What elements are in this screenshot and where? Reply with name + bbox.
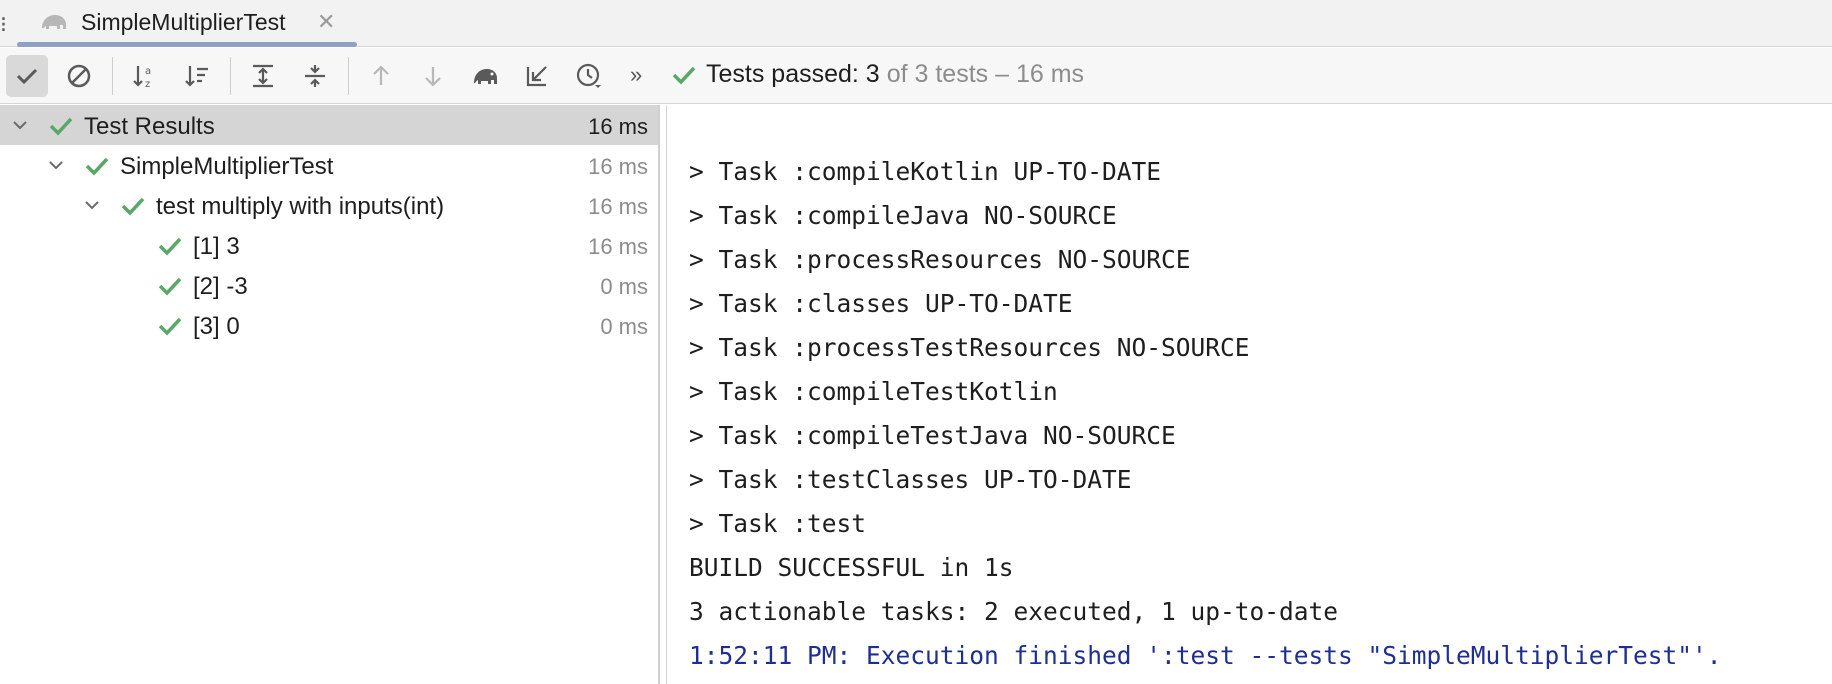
sort-duration-icon xyxy=(185,66,208,87)
passed-check-icon xyxy=(158,317,182,336)
passed-check-icon xyxy=(672,66,696,85)
show-ignored-button[interactable] xyxy=(58,55,100,97)
arrow-down-icon xyxy=(425,67,441,87)
open-gradle-config-button[interactable] xyxy=(464,55,506,97)
circle-slash-icon xyxy=(67,64,91,88)
sort-alphabetically-button[interactable]: az xyxy=(124,55,166,97)
more-actions-icon[interactable]: » xyxy=(630,62,642,88)
chevron-down-icon[interactable] xyxy=(82,195,102,215)
passed-check-icon xyxy=(85,157,109,176)
passed-check-icon xyxy=(158,277,182,296)
tree-row-label: [1] 3 xyxy=(193,233,240,260)
tree-row-duration: 16 ms xyxy=(588,194,648,219)
console-line: > Task :processResources NO-SOURCE xyxy=(689,245,1191,274)
console-line: > Task :processTestResources NO-SOURCE xyxy=(689,333,1250,362)
arrow-up-icon xyxy=(373,65,389,85)
tree-row-duration: 16 ms xyxy=(588,234,648,259)
console-line: > Task :classes UP-TO-DATE xyxy=(689,289,1073,318)
console-output[interactable]: > Task :compileKotlin UP-TO-DATE > Task … xyxy=(666,105,1832,684)
import-tests-button[interactable] xyxy=(516,55,558,97)
console-line: > Task :compileTestJava NO-SOURCE xyxy=(689,421,1176,450)
show-passed-button[interactable] xyxy=(6,55,48,97)
passed-check-icon xyxy=(49,117,73,136)
svg-text:z: z xyxy=(145,79,150,90)
chevron-down-icon[interactable] xyxy=(10,115,30,135)
sort-by-duration-button[interactable] xyxy=(176,55,218,97)
import-icon xyxy=(526,66,547,87)
tree-row-label: test multiply with inputs(int) xyxy=(156,193,445,220)
next-failed-button[interactable] xyxy=(412,55,454,97)
expand-all-icon xyxy=(253,64,273,88)
tree-row-duration: 0 ms xyxy=(600,314,648,339)
tree-row-test-case[interactable]: [3] 0 0 ms xyxy=(0,305,658,345)
editor-tab-bar: ⁝ SimpleMultiplierTest ✕ xyxy=(0,0,1832,47)
gradle-elephant-icon xyxy=(42,15,66,29)
toolbar-separator xyxy=(112,57,113,95)
chevron-down-icon[interactable] xyxy=(46,155,66,175)
tree-row-test-case[interactable]: [2] -3 0 ms xyxy=(0,265,658,305)
tree-row-duration: 0 ms xyxy=(600,274,648,299)
tab-title: SimpleMultiplierTest xyxy=(81,9,286,35)
test-history-button[interactable] xyxy=(568,55,610,97)
passed-check-icon xyxy=(121,197,145,216)
tree-row-label: [2] -3 xyxy=(193,273,248,300)
test-results-tree: Test Results 16 ms SimpleMultiplierTest … xyxy=(0,105,660,684)
tree-row-label: Test Results xyxy=(84,113,215,140)
tab-overflow-icon[interactable]: ⁝ xyxy=(0,12,7,38)
tree-row-label: SimpleMultiplierTest xyxy=(120,153,334,180)
status-total-text: of 3 tests – 16 ms xyxy=(886,60,1085,88)
tree-row-duration: 16 ms xyxy=(588,114,648,139)
elephant-icon xyxy=(474,69,497,84)
test-status-summary: Tests passed: 3 of 3 tests – 16 ms xyxy=(670,60,1084,89)
toolbar-separator xyxy=(348,57,349,95)
check-icon xyxy=(16,68,38,85)
history-clock-icon xyxy=(576,63,601,88)
status-passed-text: Tests passed: 3 xyxy=(706,60,880,88)
test-runner-toolbar: az » Tests passed: 3 of 3 tests – 16 ms xyxy=(0,48,1832,104)
tree-row-duration: 16 ms xyxy=(588,154,648,179)
console-line: BUILD SUCCESSFUL in 1s xyxy=(689,553,1014,582)
previous-failed-button[interactable] xyxy=(360,55,402,97)
tree-row-test-method[interactable]: test multiply with inputs(int) 16 ms xyxy=(0,185,658,225)
console-line: > Task :testClasses UP-TO-DATE xyxy=(689,465,1132,494)
expand-all-button[interactable] xyxy=(242,55,284,97)
tree-row-test-class[interactable]: SimpleMultiplierTest 16 ms xyxy=(0,145,658,185)
console-execution-finished-line[interactable]: 1:52:11 PM: Execution finished ':test --… xyxy=(689,641,1722,670)
tree-row-test-case[interactable]: [1] 3 16 ms xyxy=(0,225,658,265)
console-line: > Task :test xyxy=(689,509,867,538)
tree-row-label: [3] 0 xyxy=(193,313,240,340)
tab-simple-multiplier-test[interactable]: SimpleMultiplierTest ✕ xyxy=(17,0,357,47)
tab-active-indicator xyxy=(17,42,357,47)
console-line: 3 actionable tasks: 2 executed, 1 up-to-… xyxy=(689,597,1339,626)
svg-text:a: a xyxy=(145,66,151,77)
console-line: > Task :compileTestKotlin xyxy=(689,377,1058,406)
toolbar-separator xyxy=(230,57,231,95)
collapse-all-button[interactable] xyxy=(294,55,336,97)
collapse-all-icon xyxy=(305,65,325,87)
passed-check-icon xyxy=(158,237,182,256)
sort-alpha-icon: az xyxy=(133,66,151,90)
console-line: > Task :compileKotlin UP-TO-DATE xyxy=(689,157,1162,186)
close-icon[interactable]: ✕ xyxy=(317,9,335,35)
tree-row-test-results[interactable]: Test Results 16 ms xyxy=(0,105,658,145)
console-line: > Task :compileJava NO-SOURCE xyxy=(689,201,1117,230)
